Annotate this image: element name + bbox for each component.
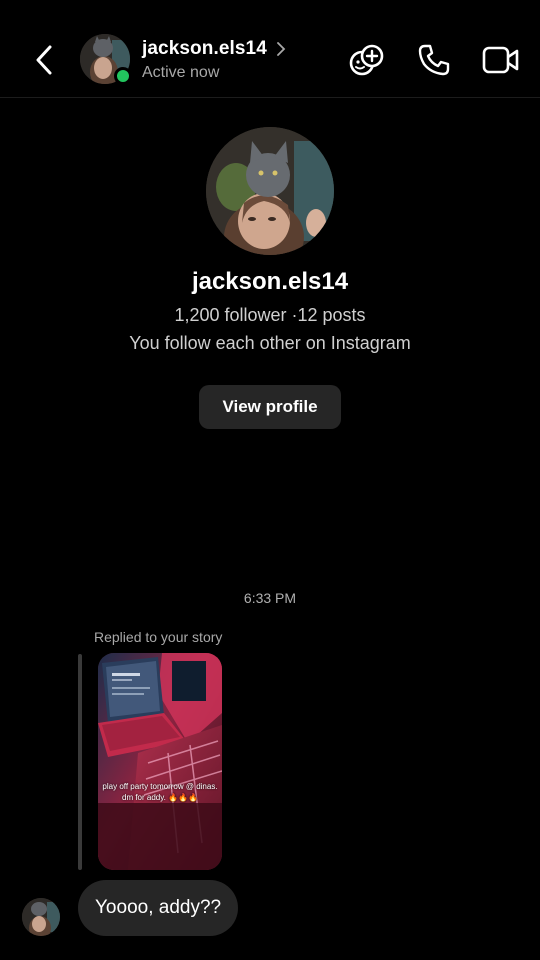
sender-avatar[interactable] xyxy=(22,898,60,936)
back-button[interactable] xyxy=(26,40,62,80)
view-profile-button[interactable]: View profile xyxy=(199,385,341,429)
message-bubble[interactable]: Yoooo, addy?? xyxy=(78,880,239,936)
profile-username: jackson.els14 xyxy=(191,268,349,295)
profile-avatar[interactable] xyxy=(206,127,334,255)
profile-stats: 1,200 follower ·12 posts xyxy=(174,305,366,325)
chat-header: jackson.els14 Active now xyxy=(0,0,540,98)
header-username[interactable]: jackson.els14 xyxy=(142,38,287,60)
active-status: Active now xyxy=(142,64,220,81)
header-username-text: jackson.els14 xyxy=(142,38,267,59)
replied-to-story-label: Replied to your story xyxy=(94,629,223,645)
mutual-follow-text: You follow each other on Instagram xyxy=(129,333,411,353)
message-text: Yoooo, addy?? xyxy=(95,897,222,918)
phone-icon xyxy=(418,44,450,76)
add-effects-icon xyxy=(349,44,384,76)
video-camera-icon xyxy=(482,46,519,74)
chevron-left-icon xyxy=(36,45,52,75)
story-preview[interactable]: play off party tomorrow @ dinas. dm for … xyxy=(98,653,222,870)
message-timestamp: 6:33 PM xyxy=(243,590,297,606)
profile-photo xyxy=(206,127,334,255)
effects-button[interactable] xyxy=(347,40,387,80)
sender-avatar-photo xyxy=(22,898,60,936)
online-status-dot xyxy=(114,67,132,85)
story-image xyxy=(98,653,222,870)
reply-indicator-bar xyxy=(78,654,82,870)
call-button[interactable] xyxy=(414,40,454,80)
chevron-right-icon xyxy=(276,42,286,56)
story-caption: play off party tomorrow @ dinas. dm for … xyxy=(102,782,218,802)
video-call-button[interactable] xyxy=(481,40,521,80)
